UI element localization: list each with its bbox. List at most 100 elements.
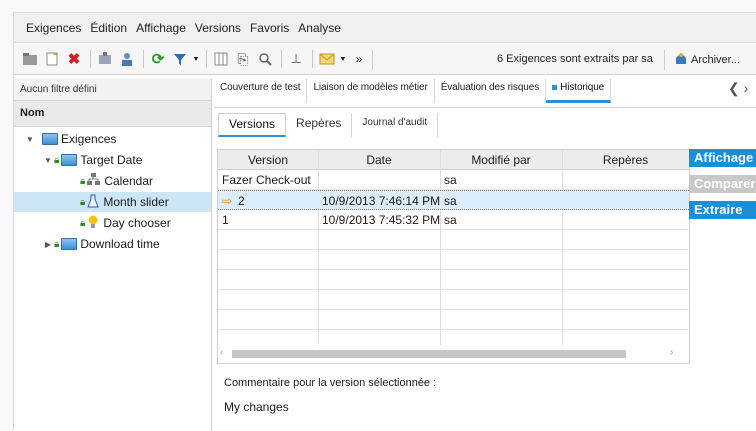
column-header-modified-by[interactable]: Modifié par bbox=[440, 153, 562, 167]
pin-icon[interactable]: ⊥ bbox=[286, 49, 306, 69]
horizontal-scrollbar[interactable]: ‹ › bbox=[218, 345, 689, 363]
view-button[interactable]: Affichage bbox=[689, 149, 756, 167]
cell-version: 2 bbox=[238, 194, 245, 208]
tab-journal-audit[interactable]: Journal d'audit bbox=[352, 113, 439, 137]
tab-liaison[interactable]: Liaison de modèles métier bbox=[307, 79, 435, 103]
mail-icon[interactable] bbox=[317, 49, 337, 69]
menu-edition[interactable]: Édition bbox=[90, 21, 127, 35]
toolbar-separator bbox=[206, 50, 207, 68]
collapse-arrow-icon[interactable]: ▼ bbox=[24, 135, 36, 144]
refresh-icon[interactable]: ⟳ bbox=[148, 49, 168, 69]
toolbar-divider bbox=[372, 50, 373, 70]
collapse-arrow-icon[interactable]: ▼ bbox=[42, 156, 54, 165]
comment-label: Commentaire pour la version sélectionnée… bbox=[224, 377, 437, 389]
lock-icon: 🔒︎ bbox=[80, 217, 86, 229]
columns-icon[interactable] bbox=[211, 49, 231, 69]
new-folder-icon[interactable] bbox=[20, 49, 40, 69]
tree-item-day-chooser[interactable]: 🔒︎ Day chooser bbox=[14, 213, 211, 233]
table-row[interactable]: 1 10/9/2013 7:45:32 PM sa bbox=[218, 210, 689, 230]
column-header-date[interactable]: Date bbox=[318, 153, 440, 167]
menu-versions[interactable]: Versions bbox=[195, 21, 241, 35]
flask-icon bbox=[87, 194, 100, 211]
expand-arrow-icon[interactable]: ▶ bbox=[42, 240, 54, 249]
requirements-tree-pane: Aucun filtre défini Nom ▼ Exigences ▼ 🔒︎… bbox=[14, 79, 212, 431]
scrollbar-thumb[interactable] bbox=[232, 350, 626, 358]
lock-icon: 🔒︎ bbox=[80, 175, 86, 187]
tree-diagram-icon bbox=[87, 173, 101, 189]
tree-item-label: Day chooser bbox=[103, 216, 171, 230]
tab-historique-label: Historique bbox=[560, 82, 605, 93]
menu-affichage[interactable]: Affichage bbox=[136, 21, 186, 35]
tree-item-download-time[interactable]: ▶ 🔒︎ Download time bbox=[14, 234, 211, 254]
comment-text: My changes bbox=[224, 400, 289, 414]
filter-dropdown-icon[interactable]: ▼ bbox=[192, 49, 200, 69]
tree-item-label: Download time bbox=[80, 237, 160, 251]
active-tab-marker bbox=[552, 84, 558, 90]
requirements-count-status: 6 Exigences sont extraits par sa bbox=[497, 53, 653, 65]
table-row[interactable]: Fazer Check-out sa bbox=[218, 170, 689, 190]
toolbar-separator bbox=[143, 50, 144, 68]
empty-row bbox=[218, 270, 689, 290]
mail-dropdown-icon[interactable]: ▼ bbox=[339, 49, 347, 69]
tree-item-label: Exigences bbox=[61, 132, 117, 146]
history-subtab-bar: Versions Repères Journal d'audit bbox=[218, 113, 688, 137]
scroll-left-icon[interactable]: ‹ bbox=[220, 347, 223, 358]
lock-icon: 🔒︎ bbox=[80, 196, 86, 208]
tab-evaluation[interactable]: Évaluation des risques bbox=[435, 79, 547, 103]
menu-favoris[interactable]: Favoris bbox=[250, 21, 289, 35]
new-requirement-icon[interactable] bbox=[42, 49, 62, 69]
lock-icon: 🔒︎ bbox=[54, 154, 60, 166]
archive-button[interactable]: Archiver... bbox=[674, 51, 740, 68]
tab-scroll-arrows[interactable]: ❮ › bbox=[728, 80, 748, 97]
tree-item-target-date[interactable]: ▼ 🔒︎ Target Date bbox=[14, 150, 211, 170]
extract-button[interactable]: Extraire bbox=[689, 201, 756, 219]
cell-modified-by: sa bbox=[444, 213, 457, 227]
tree-item-month-slider[interactable]: 🔒︎ Month slider bbox=[14, 192, 211, 212]
empty-row bbox=[218, 310, 689, 330]
filter-status: Aucun filtre défini bbox=[14, 79, 211, 101]
tree-item-label: Target Date bbox=[80, 153, 143, 167]
tab-versions[interactable]: Versions bbox=[218, 113, 287, 137]
cell-date: 10/9/2013 7:45:32 PM bbox=[322, 213, 441, 227]
archive-label: Archiver... bbox=[691, 53, 740, 66]
scroll-right-icon[interactable]: › bbox=[670, 347, 673, 358]
toolbar-separator bbox=[90, 50, 91, 68]
column-header-version[interactable]: Version bbox=[218, 153, 318, 167]
tab-historique[interactable]: Historique bbox=[546, 79, 612, 103]
toolbar-separator bbox=[312, 50, 313, 68]
folder-icon bbox=[61, 238, 78, 250]
name-column-header[interactable]: Nom bbox=[14, 101, 211, 127]
zoom-icon[interactable] bbox=[255, 49, 275, 69]
empty-row bbox=[218, 250, 689, 270]
column-header-reperes[interactable]: Repères bbox=[562, 153, 689, 167]
toolbar-overflow-button[interactable]: » bbox=[349, 49, 369, 69]
toolbar-separator bbox=[281, 50, 282, 68]
menu-analyse[interactable]: Analyse bbox=[298, 21, 341, 35]
toolbar: ✖ ⟳ ▼ ⎘ ⊥ ▼ » 6 Exigences sont extraits … bbox=[14, 44, 756, 75]
current-row-arrow-icon: ⇨ bbox=[222, 194, 233, 208]
compare-button[interactable]: Comparer bbox=[689, 175, 756, 193]
lightbulb-icon bbox=[87, 215, 99, 232]
application-window: Exigences Édition Affichage Versions Fav… bbox=[13, 12, 756, 431]
user-icon[interactable] bbox=[117, 49, 137, 69]
toolbar-divider bbox=[664, 50, 665, 70]
cell-modified-by: sa bbox=[444, 194, 457, 208]
tab-reperes[interactable]: Repères bbox=[286, 113, 353, 137]
tab-couverture[interactable]: Couverture de test bbox=[214, 79, 308, 103]
delete-icon[interactable]: ✖ bbox=[64, 49, 84, 69]
folder-icon bbox=[61, 154, 78, 166]
tree-item-exigences[interactable]: ▼ Exigences bbox=[14, 129, 211, 149]
tree-item-label: Calendar bbox=[104, 174, 154, 188]
grid-header: Version Date Modifié par Repères bbox=[218, 150, 689, 170]
tree-item-label: Month slider bbox=[103, 195, 169, 209]
tree-item-calendar[interactable]: 🔒︎ Calendar bbox=[14, 171, 211, 191]
cell-version: 1 bbox=[222, 213, 229, 227]
table-row[interactable]: ⇨ 2 10/9/2013 7:46:14 PM sa bbox=[218, 190, 689, 210]
folder-icon bbox=[42, 133, 58, 145]
menu-exigences[interactable]: Exigences bbox=[26, 21, 81, 35]
cell-modified-by: sa bbox=[444, 173, 457, 187]
replace-icon[interactable] bbox=[95, 49, 115, 69]
filter-icon[interactable] bbox=[170, 49, 190, 69]
cell-version: Fazer Check-out bbox=[222, 173, 311, 187]
attachment-icon[interactable]: ⎘ bbox=[233, 49, 253, 69]
